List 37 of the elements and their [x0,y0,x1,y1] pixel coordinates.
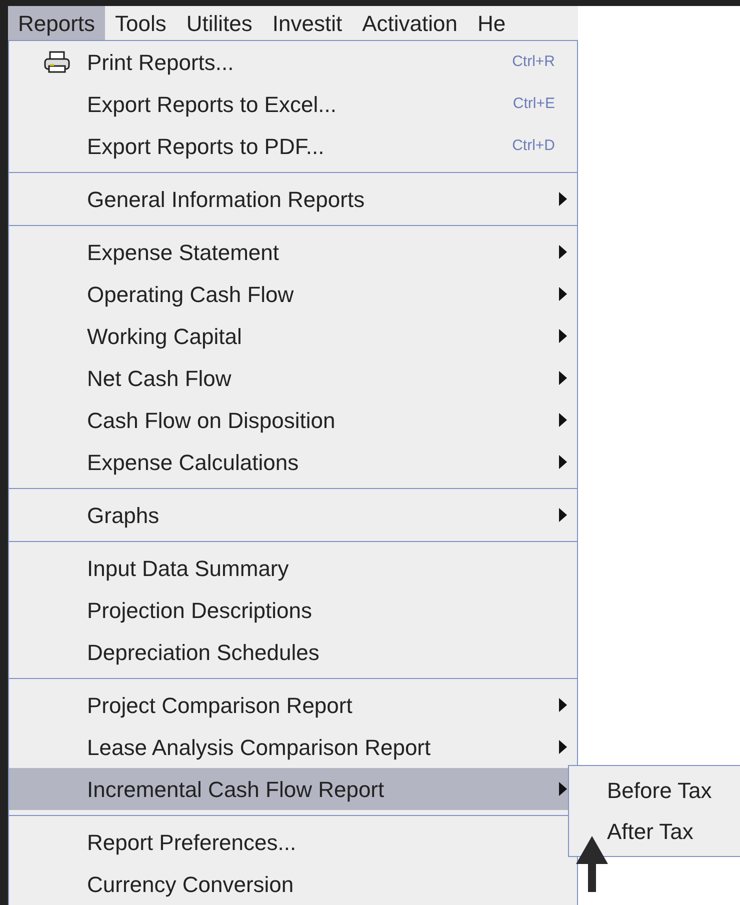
menu-title[interactable]: Investit [262,6,352,40]
menu-title[interactable]: Reports [8,6,106,40]
menu-item[interactable]: Print Reports... Ctrl+R [9,41,577,83]
menu-item[interactable]: Cash Flow on Disposition [9,399,577,441]
menu-item[interactable]: Expense Calculations [9,441,577,483]
submenu-arrow-icon [559,782,567,796]
menu-item[interactable]: Lease Analysis Comparison Report [9,726,577,768]
submenu-arrow-icon [559,245,567,259]
menu-item[interactable]: Input Data Summary [9,547,577,589]
up-arrow-icon [576,836,608,892]
menu-item[interactable]: Currency Conversion [9,863,577,905]
menu-title[interactable]: Utilites [176,6,262,40]
menu-item[interactable]: Depreciation Schedules [9,631,577,673]
menu-item[interactable]: General Information Reports [9,178,577,220]
menu-title[interactable]: Activation [352,6,468,40]
submenu-arrow-icon [559,371,567,385]
submenu-arrow-icon [559,192,567,206]
submenu-arrow-icon [559,413,567,427]
menu-item[interactable]: Projection Descriptions [9,589,577,631]
menu-item[interactable]: Expense Statement [9,231,577,273]
menu-title[interactable]: He [468,6,516,40]
submenu-arrow-icon [559,455,567,469]
submenu-arrow-icon [559,698,567,712]
menu-item[interactable]: Graphs [9,494,577,536]
menu-item[interactable]: Export Reports to Excel... Ctrl+E [9,83,577,125]
menu-item[interactable]: Export Reports to PDF... Ctrl+D [9,125,577,167]
submenu-arrow-icon [559,329,567,343]
menu-title[interactable]: Tools [105,6,176,40]
menu-item[interactable]: Operating Cash Flow [9,273,577,315]
submenu-arrow-icon [559,740,567,754]
submenu-arrow-icon [559,508,567,522]
menu-item[interactable]: Project Comparison Report [9,684,577,726]
printer-icon [43,51,71,73]
menu-item[interactable]: Net Cash Flow [9,357,577,399]
submenu-arrow-icon [559,287,567,301]
menu-item[interactable]: After Tax [569,811,740,852]
menu-item[interactable]: Working Capital [9,315,577,357]
